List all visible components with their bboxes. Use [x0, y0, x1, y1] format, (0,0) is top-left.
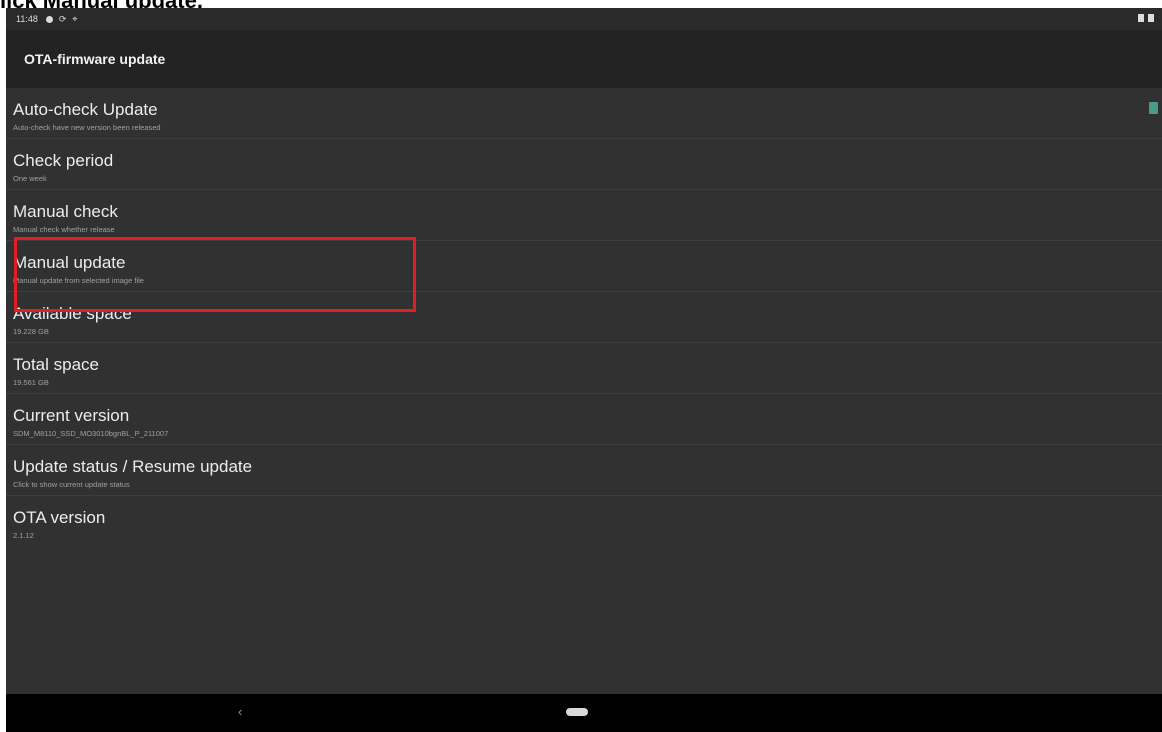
setting-auto-check-update[interactable]: Auto-check Update Auto-check have new ve…	[6, 88, 1162, 139]
setting-summary: 19.228 GB	[13, 327, 49, 336]
wifi-icon	[1138, 14, 1144, 22]
setting-current-version[interactable]: Current version SDM_M8110_SSD_MO3010bgnB…	[6, 394, 1162, 445]
setting-manual-check[interactable]: Manual check Manual check whether releas…	[6, 190, 1162, 241]
battery-icon	[1148, 14, 1154, 22]
setting-summary: SDM_M8110_SSD_MO3010bgnBL_P_211007	[13, 429, 169, 438]
setting-ota-version[interactable]: OTA version 2.1.12	[6, 496, 1162, 547]
sync-icon: ⟳	[58, 13, 67, 24]
setting-title: Manual check	[13, 202, 118, 221]
app-bar: OTA-firmware update	[6, 30, 1162, 88]
setting-summary: 19.561 GB	[13, 378, 49, 387]
setting-summary: Auto-check have new version been release…	[13, 123, 161, 132]
page-title: OTA-firmware update	[24, 51, 166, 67]
navigation-bar: ‹	[6, 694, 1162, 732]
status-time: 11:48	[16, 14, 38, 24]
setting-total-space[interactable]: Total space 19.561 GB	[6, 343, 1162, 394]
status-bar: 11:48 ⟳ ⌖	[6, 8, 1162, 30]
setting-update-status[interactable]: Update status / Resume update Click to s…	[6, 445, 1162, 496]
checkbox-icon[interactable]	[1149, 102, 1158, 114]
setting-title: Update status / Resume update	[13, 457, 253, 476]
setting-title: Total space	[13, 355, 99, 374]
highlight-box	[14, 237, 416, 312]
system-icons	[1138, 14, 1154, 22]
setting-title: Check period	[13, 151, 114, 170]
setting-summary: Manual check whether release	[13, 225, 115, 234]
settings-list: Auto-check Update Auto-check have new ve…	[6, 88, 1162, 547]
back-icon[interactable]: ‹	[238, 704, 242, 719]
setting-summary: One week	[13, 174, 47, 183]
setting-title: Auto-check Update	[13, 100, 158, 119]
setting-title: OTA version	[13, 508, 106, 527]
home-icon[interactable]	[566, 708, 588, 716]
device-screen: 11:48 ⟳ ⌖ OTA-firmware update Auto-check…	[6, 8, 1162, 732]
instruction-caption: lick Manual update.	[0, 0, 1162, 8]
setting-summary: 2.1.12	[13, 531, 34, 540]
setting-check-period[interactable]: Check period One week	[6, 139, 1162, 190]
location-icon: ⌖	[72, 13, 78, 24]
setting-summary: Click to show current update status	[13, 480, 130, 489]
notification-icon	[45, 15, 53, 23]
setting-title: Current version	[13, 406, 130, 425]
